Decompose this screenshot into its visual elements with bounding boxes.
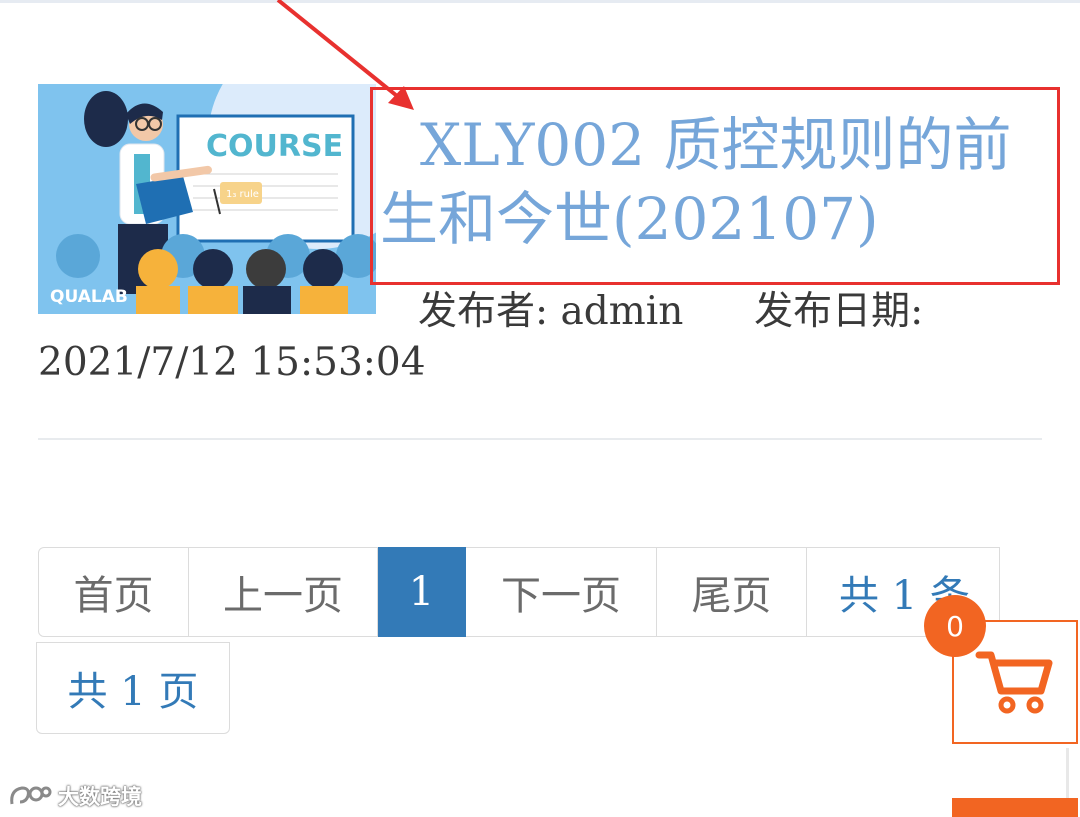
top-rule [0, 0, 1080, 3]
cart-side-line [1066, 748, 1069, 798]
bottom-orange-bar[interactable] [952, 798, 1078, 817]
page-next-button[interactable]: 下一页 [466, 547, 657, 637]
publish-date: 2021/7/12 15:53:04 [38, 340, 426, 385]
annotation-box [370, 87, 1060, 285]
qualab-logo: QUALAB [50, 287, 128, 307]
watermark-text: 大数跨境 [58, 785, 142, 809]
pagination: 首页 上一页 1 下一页 尾页 共 1 条 [38, 547, 1000, 639]
cart-count-badge: 0 [924, 595, 986, 657]
board-text: COURSE [206, 129, 343, 164]
watermark-logo-icon [10, 786, 52, 805]
page: { "article": { "title_line1": "XLY002 质控… [0, 0, 1080, 817]
page-prev-button[interactable]: 上一页 [189, 547, 378, 637]
watermark: 大数跨境 [8, 778, 142, 814]
total-pages: 共 1 页 [36, 642, 230, 734]
cart-icon [975, 651, 1053, 714]
page-last-button[interactable]: 尾页 [657, 547, 807, 637]
publisher-name: admin [560, 289, 684, 334]
divider [38, 438, 1042, 440]
page-current[interactable]: 1 [378, 547, 466, 637]
publisher-label: 发布者: [418, 289, 549, 334]
article-meta: 发布者: admin 发布日期: [418, 280, 923, 336]
article-thumbnail[interactable]: COURSE 1₃ rule QUALAB [38, 84, 376, 314]
bubble-text: 1₃ rule [226, 189, 259, 200]
date-label: 发布日期: [754, 289, 924, 334]
page-first-button[interactable]: 首页 [38, 547, 189, 637]
